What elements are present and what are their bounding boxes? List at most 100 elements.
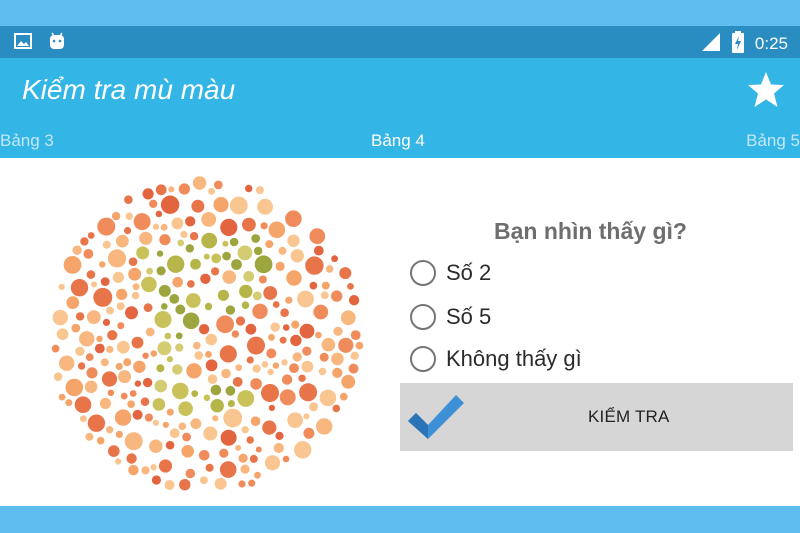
plate-dot [245,184,253,193]
plate-dot [220,429,237,446]
plate-dot [116,288,128,300]
plate-dot [132,283,140,291]
radio-button[interactable] [410,304,436,330]
plate-dot [65,399,73,407]
plate-dot [108,445,120,457]
plate-dot [97,217,116,236]
plate-dot [144,413,153,422]
plate-dot [172,382,189,400]
plate-dot [350,351,359,360]
option-1[interactable]: Số 2 [410,258,491,288]
plate-dot [309,228,326,245]
tab-previous[interactable]: Bảng 3 [0,131,54,151]
app-title: Kiểm tra mù màu [22,74,236,105]
plate-dot [219,448,229,458]
plate-dot [298,374,306,382]
option-3[interactable]: Không thấy gì [410,344,582,374]
plate-dot [231,330,240,338]
star-button[interactable] [746,70,786,110]
plate-dot [166,408,174,416]
plate-dot [171,217,184,230]
plate-dot [319,389,337,407]
plate-dot [118,370,132,384]
plate-dot [134,380,142,387]
plate-dot [79,415,87,423]
plate-dot [305,256,324,275]
radio-button[interactable] [410,260,436,286]
plate-dot [255,186,264,195]
tab-current[interactable]: Bảng 4 [371,131,425,151]
plate-dot [198,324,210,335]
plate-dot [77,362,86,370]
question-text: Bạn nhìn thấy gì? [494,218,687,244]
plate-dot [123,358,132,367]
plate-dot [111,211,121,221]
option-label: Số 5 [446,304,492,329]
plate-dot [303,413,310,420]
plate-dot [179,479,191,491]
plate-dot [156,266,166,276]
plate-dot [225,305,236,315]
plate-dot [250,416,261,426]
plate-dot [252,291,262,301]
plate-dot [191,390,199,397]
plate-dot [87,232,95,239]
plate-dot [114,458,122,465]
plate-dot [79,331,95,347]
check-button[interactable]: KIỂM TRA [400,383,793,451]
plate-dot [348,295,360,306]
plate-dot [142,377,153,388]
plate-dot [107,249,127,268]
plate-dot [115,362,123,371]
plate-dot [172,276,183,288]
plate-dot [220,218,238,236]
plate-dot [96,436,105,445]
plate-dot [172,364,183,375]
plate-dot [178,183,190,195]
plate-dot [161,303,168,310]
plate-dot [86,270,96,279]
plate-dot [267,368,274,376]
plate-dot [263,286,278,300]
plate-dot [287,234,300,247]
tab-next[interactable]: Bảng 5 [746,131,800,151]
plate-dot [116,340,130,354]
radio-button[interactable] [410,346,436,372]
plate-dot [136,246,150,260]
plate-dot [242,217,256,232]
plate-dot [299,323,315,339]
plate-dot [205,463,214,472]
plate-dot [156,364,165,373]
plate-dot [313,304,329,320]
plate-dot [266,348,277,359]
bottom-bar [0,506,800,533]
checkmark-icon [408,395,464,439]
plate-dot [237,390,255,407]
plate-dot [301,360,314,373]
plate-dot [192,176,207,190]
plate-dot [191,199,205,213]
plate-dot [264,455,281,471]
plate-dot [235,364,243,371]
option-2[interactable]: Số 5 [410,302,491,332]
plate-dot [80,237,89,246]
plate-dot [107,330,118,341]
plate-dot [320,291,329,300]
plate-dot [146,267,153,275]
plate-dot [99,397,111,409]
plate-dot [124,195,133,204]
plate-dot [162,421,169,428]
tab-strip: Bảng 3 Bảng 4 Bảng 5 [0,126,800,158]
plate-dot [254,246,263,256]
plate-dot [290,249,304,263]
top-strip [0,0,800,26]
plate-dot [278,246,287,255]
plate-dot [213,180,223,190]
plate-dot [125,306,138,320]
plate-dot [205,333,218,346]
plate-dot [129,390,137,397]
plate-dot [285,210,302,227]
plate-dot [341,374,356,389]
plate-dot [99,261,106,268]
plate-dot [198,450,210,461]
